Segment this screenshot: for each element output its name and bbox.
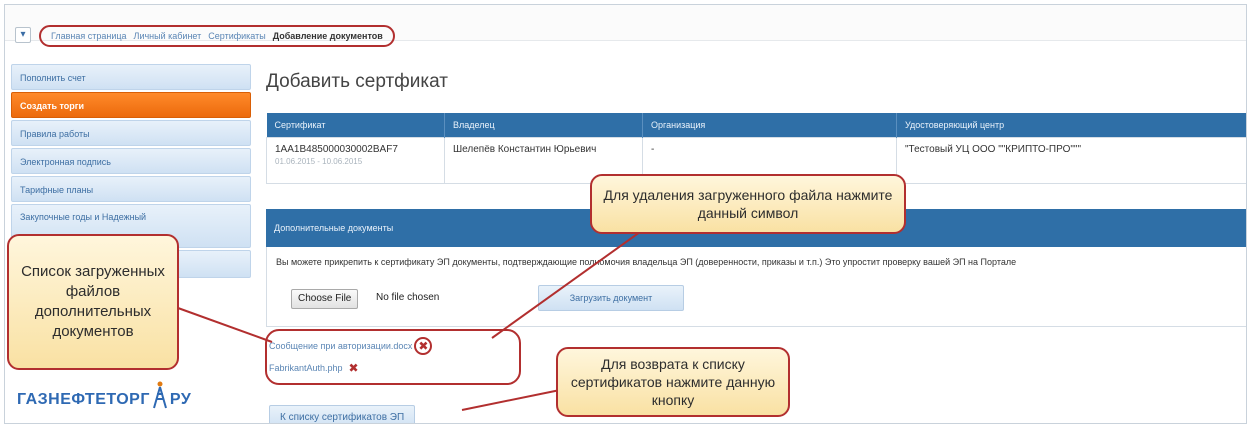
certificate-id: 1AA1B485000030002BAF7	[275, 143, 398, 155]
column-header-organization: Организация	[642, 113, 897, 137]
column-header-owner: Владелец	[444, 113, 643, 137]
page-title: Добавить сертфикат	[266, 71, 448, 92]
breadcrumb-item-certificates[interactable]: Сертификаты	[208, 31, 265, 41]
logo: ГАЗНЕФТЕТОРГ РУ	[17, 381, 191, 409]
cell-ca: "Тестовый УЦ ООО ""КРИПТО-ПРО"""	[896, 136, 1246, 184]
column-header-ca: Удостоверяющий центр	[896, 113, 1246, 137]
breadcrumb-bar: ▾ Главная страница Личный кабинет Сертиф…	[5, 5, 1246, 47]
sidebar-item-rules[interactable]: Правила работы	[11, 120, 251, 146]
column-header-certificate: Сертификат	[266, 113, 445, 137]
derrick-icon	[152, 381, 167, 409]
logo-text: ГАЗНЕФТЕТОРГ	[17, 391, 150, 408]
sidebar-item-top-up[interactable]: Пополнить счет	[11, 64, 251, 90]
breadcrumb-current: Добавление документов	[272, 31, 383, 41]
breadcrumb-item-cabinet[interactable]: Личный кабинет	[134, 31, 202, 41]
callout-back-hint: Для возврата к списку сертификатов нажми…	[556, 347, 790, 417]
cell-certificate: 1AA1B485000030002BAF7 01.06.2015 - 10.06…	[266, 136, 445, 184]
breadcrumb-item-home[interactable]: Главная страница	[51, 31, 127, 41]
certificate-table: Сертификат Владелец Организация Удостове…	[266, 113, 1246, 184]
sidebar-item-create-tender[interactable]: Создать торги	[11, 92, 251, 118]
table-header-row: Сертификат Владелец Организация Удостове…	[266, 113, 1246, 137]
choose-file-button[interactable]: Choose File	[291, 289, 359, 309]
sidebar-item-tariffs[interactable]: Тарифные планы	[11, 176, 251, 202]
additional-docs-info: Вы можете прикрепить к сертификату ЭП до…	[276, 257, 1017, 267]
breadcrumb: Главная страница Личный кабинет Сертифик…	[39, 25, 395, 47]
upload-document-button[interactable]: Загрузить документ	[538, 285, 684, 311]
files-highlight	[265, 329, 521, 385]
logo-suffix: РУ	[169, 391, 192, 408]
no-file-label: No file chosen	[376, 292, 440, 303]
certificate-dates: 01.06.2015 - 10.06.2015	[275, 156, 363, 166]
callout-files-list: Список загруженных файлов дополнительных…	[7, 234, 179, 370]
sidebar-item-e-signature[interactable]: Электронная подпись	[11, 148, 251, 174]
filter-icon[interactable]: ▾	[15, 27, 31, 43]
back-to-certificates-button[interactable]: К списку сертификатов ЭП	[269, 405, 416, 423]
callout-delete-hint: Для удаления загруженного файла нажмите …	[590, 174, 906, 234]
